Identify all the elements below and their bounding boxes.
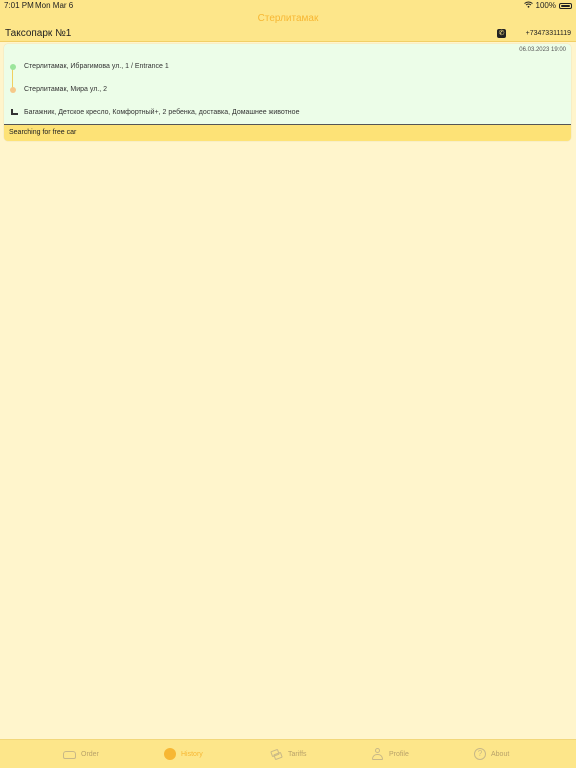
order-card-body: 06.03.2023 19:00 Стерлитамак, Ибрагимова… [4, 44, 571, 124]
about-icon: ? [474, 748, 486, 760]
phone-icon[interactable]: ✆ [497, 29, 506, 38]
phone-number[interactable]: +73473311119 [526, 30, 571, 37]
status-indicators: 100% [523, 0, 572, 12]
tab-about-label: About [491, 750, 510, 758]
tab-bar: Order History Tariffs Profile ? About [0, 739, 576, 768]
status-bar: 7:01 PM Mon Mar 6 100% [0, 0, 576, 12]
destination-dot-icon [10, 87, 16, 93]
tab-order[interactable]: Order [63, 740, 99, 768]
tab-history-label: History [181, 750, 203, 758]
pickup-dot-icon [10, 64, 16, 70]
order-status: Searching for free car [9, 129, 77, 136]
city-title: Стерлитамак [257, 13, 319, 24]
profile-icon [371, 748, 384, 760]
battery-percent: 100% [535, 1, 556, 10]
order-card[interactable]: 06.03.2023 19:00 Стерлитамак, Ибрагимова… [4, 44, 571, 141]
car-icon [63, 751, 76, 759]
status-time: 7:01 PM [4, 1, 34, 10]
tab-history[interactable]: History [164, 740, 203, 768]
tariffs-icon [270, 748, 283, 760]
tab-tariffs[interactable]: Tariffs [270, 740, 307, 768]
tab-about[interactable]: ? About [474, 740, 509, 768]
tab-tariffs-label: Tariffs [288, 750, 307, 758]
tab-profile-label: Profile [389, 750, 409, 758]
company-bar: Таксопарк №1 ✆ +73473311119 [0, 26, 576, 42]
order-options: Багажник, Детское кресло, Комфортный+, 2… [24, 109, 300, 116]
pickup-address: Стерлитамак, Ибрагимова ул., 1 / Entranc… [24, 63, 169, 70]
order-datetime: 06.03.2023 19:00 [519, 47, 566, 53]
wifi-icon [523, 0, 533, 12]
tab-order-label: Order [81, 750, 99, 758]
options-seat-icon [11, 109, 18, 115]
destination-address: Стерлитамак, Мира ул., 2 [24, 86, 108, 93]
order-status-bar: Searching for free car [4, 125, 571, 141]
status-date: Mon Mar 6 [35, 1, 74, 10]
company-name: Таксопарк №1 [5, 28, 72, 39]
tab-profile[interactable]: Profile [371, 740, 409, 768]
nav-bar: Стерлитамак [0, 12, 576, 26]
battery-icon [559, 3, 572, 9]
history-icon [164, 748, 176, 760]
